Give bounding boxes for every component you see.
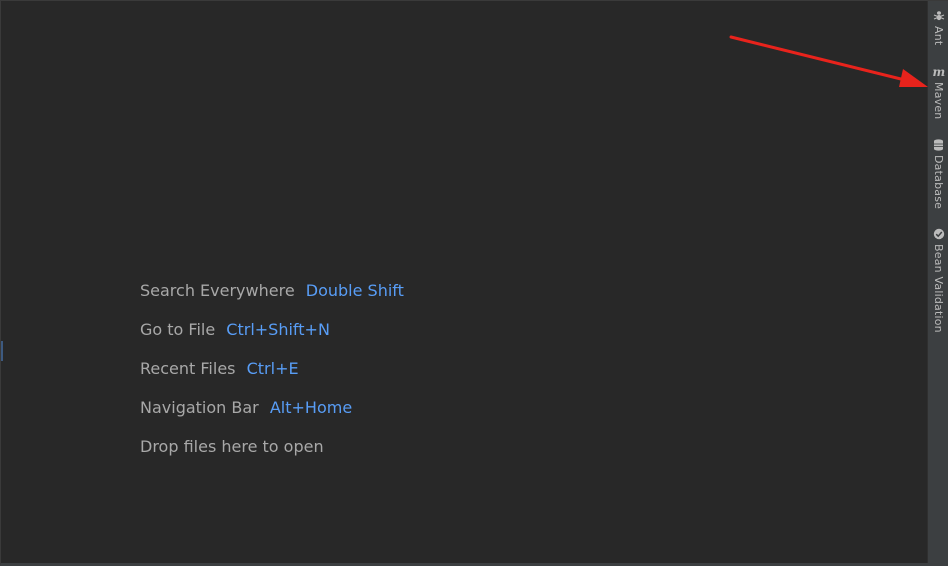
editor-empty-hints: Search Everywhere Double Shift Go to Fil…	[140, 279, 404, 474]
database-tool-label: Database	[932, 155, 945, 210]
database-icon	[932, 138, 946, 152]
hint-navigation-bar: Navigation Bar Alt+Home	[140, 396, 404, 435]
left-edge-marker	[1, 341, 3, 361]
hint-shortcut[interactable]: Double Shift	[306, 281, 404, 300]
ant-tool-label: Ant	[932, 26, 945, 46]
bean-validation-tool-button[interactable]: Bean Validation	[928, 227, 948, 333]
maven-icon: m	[932, 65, 946, 79]
maven-tool-label: Maven	[932, 82, 945, 120]
hint-shortcut[interactable]: Alt+Home	[270, 398, 352, 417]
hint-drop-files: Drop files here to open	[140, 435, 404, 474]
bean-validation-tool-label: Bean Validation	[932, 244, 945, 333]
drop-files-hint: Drop files here to open	[140, 437, 324, 456]
hint-label: Recent Files	[140, 359, 236, 378]
ant-tool-button[interactable]: Ant	[928, 9, 948, 45]
maven-tool-button[interactable]: m Maven	[928, 65, 948, 119]
empty-editor-area[interactable]: Search Everywhere Double Shift Go to Fil…	[1, 1, 927, 563]
hint-label: Go to File	[140, 320, 216, 339]
ant-icon	[932, 9, 946, 23]
bean-validation-icon	[932, 227, 946, 241]
hint-search-everywhere: Search Everywhere Double Shift	[140, 279, 404, 318]
hint-label: Navigation Bar	[140, 398, 259, 417]
hint-go-to-file: Go to File Ctrl+Shift+N	[140, 318, 404, 357]
right-tool-window-stripe: Ant m Maven Database Bean Validation	[927, 1, 948, 563]
ide-window: Search Everywhere Double Shift Go to Fil…	[0, 0, 948, 566]
hint-label: Search Everywhere	[140, 281, 295, 300]
hint-recent-files: Recent Files Ctrl+E	[140, 357, 404, 396]
database-tool-button[interactable]: Database	[928, 138, 948, 209]
hint-shortcut[interactable]: Ctrl+Shift+N	[226, 320, 330, 339]
svg-text:m: m	[933, 66, 946, 78]
hint-shortcut[interactable]: Ctrl+E	[247, 359, 299, 378]
